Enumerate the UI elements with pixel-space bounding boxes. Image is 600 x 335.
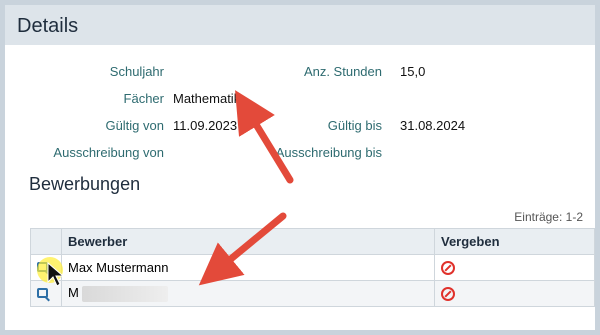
annotation-arrow-table	[198, 212, 287, 286]
annotation-overlay	[37, 90, 294, 287]
annotation-arrow-fach	[235, 90, 294, 184]
